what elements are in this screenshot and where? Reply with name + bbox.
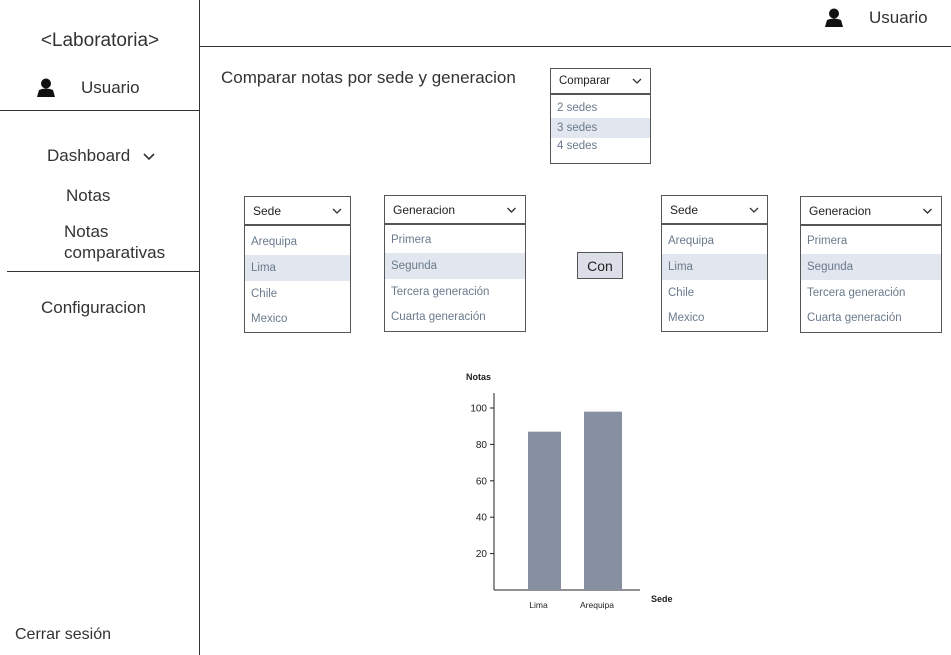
generacion-option[interactable]: Tercera generación <box>801 280 941 305</box>
y-tick-label: 60 <box>476 476 488 487</box>
left-generacion-options: Primera Segunda Tercera generación Cuart… <box>384 224 526 332</box>
right-sede-select[interactable]: Sede <box>661 195 768 224</box>
user-icon <box>37 78 55 97</box>
y-tick-label: 80 <box>476 440 488 451</box>
right-generacion-options: Primera Segunda Tercera generación Cuart… <box>800 225 942 333</box>
y-tick-label: 100 <box>470 404 487 415</box>
sede-option[interactable]: Chile <box>662 280 767 305</box>
nav-notas-comparativas[interactable]: Notas comparativas <box>64 221 194 263</box>
y-tick-label: 40 <box>476 513 488 524</box>
sede-option[interactable]: Chile <box>245 281 350 306</box>
compare-select-value: Comparar <box>559 75 611 87</box>
sede-option[interactable]: Mexico <box>662 305 767 331</box>
brand-logo[interactable]: <Laboratoria> <box>0 30 200 52</box>
left-sede-options: Arequipa Lima Chile Mexico <box>244 225 351 333</box>
compare-option[interactable]: 2 sedes <box>551 98 650 118</box>
notas-bar-chart: Notas Sede 20 40 60 80 100 Lima Arequipa <box>466 372 673 610</box>
x-axis-label: Sede <box>651 594 673 604</box>
generacion-option[interactable]: Cuarta generación <box>801 305 941 331</box>
chevron-down-icon <box>749 207 759 213</box>
x-tick-label: Lima <box>529 600 548 610</box>
topbar-divider <box>200 46 951 47</box>
chevron-down-icon <box>332 208 342 214</box>
sede-option[interactable]: Lima <box>245 255 350 281</box>
topbar-user[interactable]: Usuario <box>823 8 928 28</box>
right-sede-value: Sede <box>670 202 699 217</box>
x-tick-label: Arequipa <box>580 600 614 610</box>
bar <box>584 411 622 590</box>
topbar-user-label: Usuario <box>869 8 928 27</box>
page-title: Comparar notas por sede y generacion <box>221 68 516 87</box>
y-tick-label: 20 <box>476 549 488 560</box>
generacion-option[interactable]: Primera <box>801 228 941 254</box>
chevron-down-icon <box>923 208 932 214</box>
nav-dashboard-label: Dashboard <box>47 146 131 165</box>
chevron-down-icon <box>632 78 642 84</box>
sidebar-divider <box>0 110 200 111</box>
nav-notas-comparativas-line2: comparativas <box>64 243 166 262</box>
right-generacion-select[interactable]: Generacion <box>800 196 942 225</box>
sede-option[interactable]: Arequipa <box>662 228 767 254</box>
sidebar-divider <box>7 271 200 272</box>
nav-configuracion[interactable]: Configuracion <box>41 298 146 318</box>
chevron-down-icon <box>143 153 155 161</box>
generacion-option[interactable]: Tercera generación <box>385 279 525 304</box>
sede-option[interactable]: Mexico <box>245 306 350 332</box>
left-generacion-select[interactable]: Generacion <box>384 195 526 224</box>
compare-button[interactable]: Con <box>577 252 623 279</box>
left-sede-value: Sede <box>253 203 282 218</box>
right-generacion-value: Generacion <box>809 203 872 218</box>
left-generacion-value: Generacion <box>393 202 456 217</box>
generacion-option[interactable]: Segunda <box>801 254 941 280</box>
generacion-option[interactable]: Cuarta generación <box>385 304 525 330</box>
left-sede-select[interactable]: Sede <box>244 196 351 225</box>
nav-notas-comparativas-line1: Notas <box>64 222 109 241</box>
chevron-down-icon <box>507 207 516 213</box>
logout-link[interactable]: Cerrar sesión <box>15 626 111 644</box>
generacion-option[interactable]: Segunda <box>385 253 525 279</box>
bar <box>528 431 561 590</box>
compare-option[interactable]: 4 sedes <box>551 138 650 154</box>
generacion-option[interactable]: Primera <box>385 227 525 253</box>
sidebar-user-label: Usuario <box>81 78 140 97</box>
compare-options: 2 sedes 3 sedes 4 sedes <box>550 94 651 164</box>
sede-option[interactable]: Lima <box>662 254 767 280</box>
y-axis-label: Notas <box>466 372 491 382</box>
sede-option[interactable]: Arequipa <box>245 229 350 255</box>
user-icon <box>825 8 843 27</box>
sidebar-user[interactable]: Usuario <box>35 78 140 98</box>
right-sede-options: Arequipa Lima Chile Mexico <box>661 224 768 332</box>
nav-dashboard[interactable]: Dashboard <box>47 146 156 166</box>
nav-notas[interactable]: Notas <box>66 186 110 206</box>
compare-option[interactable]: 3 sedes <box>551 118 650 138</box>
compare-select[interactable]: Comparar <box>550 68 651 94</box>
sidebar <box>0 0 200 655</box>
